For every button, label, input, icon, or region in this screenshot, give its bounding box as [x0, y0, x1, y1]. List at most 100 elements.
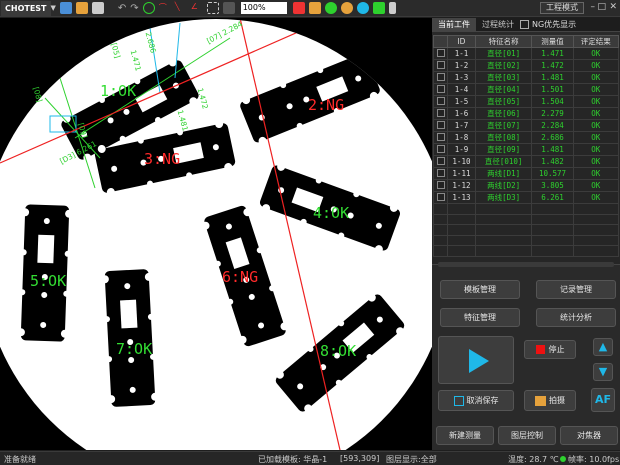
horizontal-scrollbar[interactable] [438, 262, 614, 267]
row-checkbox[interactable] [433, 131, 448, 144]
cell-value: 1.482 [531, 155, 574, 168]
record-manage-button[interactable]: 记录管理 [536, 280, 616, 299]
row-checkbox[interactable] [433, 179, 448, 192]
camera-viewport[interactable]: 1:OK 2:NG 3:NG 4:OK 5:OK 6:NG 7:OK 8:OK … [0, 18, 432, 450]
stop-label: 停止 [548, 345, 565, 354]
autofocus-button[interactable]: AF [591, 388, 615, 412]
cell-name: 直径[03] [474, 71, 533, 84]
row-checkbox[interactable] [433, 167, 448, 180]
cell-value: 1.481 [531, 71, 574, 84]
table-row[interactable]: 1-9 直径[09] 1.481 OK [433, 143, 620, 156]
table-row[interactable]: 1-6 直径[06] 2.279 OK [433, 107, 620, 120]
cell-id: 1-1 [447, 47, 476, 60]
run-button[interactable] [438, 336, 514, 384]
app-title[interactable]: CHOTEST [1, 0, 51, 16]
row-checkbox[interactable] [433, 47, 448, 60]
tab-current-part[interactable]: 当前工件 [432, 17, 476, 32]
layer-control-button[interactable]: 图层控制 [498, 426, 556, 445]
row-checkbox[interactable] [433, 95, 448, 108]
empty-cell [474, 213, 533, 226]
cursor-icon[interactable] [222, 2, 235, 14]
table-row[interactable]: 1-13 两线[D3] 6.261 OK [433, 191, 620, 204]
row-checkbox[interactable] [433, 119, 448, 132]
table-row[interactable]: 1-2 直径[02] 1.472 OK [433, 59, 620, 72]
cell-result: OK [572, 47, 620, 60]
results-tabs: 当前工件 过程统计 NG优先显示 [432, 17, 620, 32]
table-row[interactable]: 1-12 两线[D2] 3.805 OK [433, 179, 620, 192]
line-tool-icon[interactable]: ╲ [175, 2, 187, 14]
ng-first-checkbox[interactable] [520, 20, 529, 29]
table-row[interactable]: 1-10 直径[010] 1.482 OK [433, 155, 620, 168]
fit-icon[interactable] [308, 2, 321, 14]
document-icon[interactable] [91, 2, 104, 14]
column-header[interactable]: ID [447, 35, 476, 48]
column-header[interactable]: 特征名称 [474, 35, 533, 48]
minimize-icon[interactable]: – [591, 2, 596, 12]
zoom-input[interactable]: 100% [240, 2, 287, 14]
status-bar: 准备就绪 已加载模板: 华晶-1 [593,309] 图层显示:全部 温度: 2… [0, 451, 620, 465]
stop-button[interactable]: 停止 [524, 340, 576, 359]
chevron-down-icon[interactable]: ▼ [51, 4, 56, 12]
capture-button[interactable]: 拍摄 [524, 390, 576, 411]
cell-id: 1-5 [447, 95, 476, 108]
circle-tool-icon[interactable] [142, 2, 155, 14]
feature-manage-button[interactable]: 特征管理 [440, 308, 520, 327]
chevron-up-icon[interactable]: ▲ [593, 338, 613, 356]
row-checkbox[interactable] [433, 191, 448, 204]
table-row[interactable]: 1-4 直径[04] 1.501 OK [433, 83, 620, 96]
cell-name: 两线[D2] [474, 179, 533, 192]
undo-icon[interactable]: ↶ [118, 3, 126, 14]
edit-icon[interactable] [75, 2, 88, 14]
cell-id: 1-7 [447, 119, 476, 132]
tab-process-stats[interactable]: 过程统计 [476, 18, 520, 32]
row-checkbox[interactable] [433, 83, 448, 96]
maximize-icon[interactable]: □ [597, 2, 606, 12]
template-manage-button[interactable]: 模板管理 [440, 280, 520, 299]
cancel-save-button[interactable]: 取消保存 [438, 390, 514, 411]
column-header[interactable]: 测量值 [531, 35, 574, 48]
usb-icon[interactable] [388, 2, 396, 14]
mode-button[interactable]: 工程模式 [540, 2, 584, 14]
cell-result: OK [572, 191, 620, 204]
stats-analysis-button[interactable]: 统计分析 [536, 308, 616, 327]
cell-value: 1.504 [531, 95, 574, 108]
column-header[interactable]: 评定结果 [572, 35, 620, 48]
row-checkbox[interactable] [433, 155, 448, 168]
status-temperature: 温度: 28.7 ℃ [508, 455, 559, 464]
column-header[interactable] [433, 35, 448, 48]
redo-icon[interactable]: ↷ [130, 3, 138, 14]
row-checkbox[interactable] [433, 143, 448, 156]
cell-result: OK [572, 167, 620, 180]
row-checkbox[interactable] [433, 59, 448, 72]
row-checkbox[interactable] [433, 71, 448, 84]
crosshair-icon[interactable] [292, 2, 305, 14]
empty-cell [572, 203, 620, 215]
angle-tool-icon[interactable]: ∠ [191, 2, 203, 14]
inspection-image [0, 18, 432, 450]
sun-icon[interactable] [340, 2, 353, 14]
cell-value: 3.805 [531, 179, 574, 192]
cell-name: 直径[07] [474, 119, 533, 132]
chevron-down-icon[interactable]: ▼ [593, 363, 613, 381]
new-measure-button[interactable]: 新建测量 [436, 426, 494, 445]
table-row[interactable]: 1-5 直径[05] 1.504 OK [433, 95, 620, 108]
save-icon[interactable] [59, 2, 72, 14]
arc-tool-icon[interactable]: ⌒ [159, 2, 171, 14]
table-row[interactable]: 1-11 两线[D1] 10.577 OK [433, 167, 620, 180]
table-row[interactable]: 1-3 直径[03] 1.481 OK [433, 71, 620, 84]
table-row[interactable]: 1-1 直径[01] 1.471 OK [433, 47, 620, 60]
palette-icon[interactable] [324, 2, 337, 14]
table-row[interactable]: 1-8 直径[08] 2.686 OK [433, 131, 620, 144]
cell-result: OK [572, 59, 620, 72]
row-checkbox[interactable] [433, 107, 448, 120]
grid-icon[interactable] [206, 2, 219, 14]
table-row[interactable]: 1-7 直径[07] 2.284 OK [433, 119, 620, 132]
export-icon[interactable] [372, 2, 385, 14]
cell-value: 2.279 [531, 107, 574, 120]
cell-id: 1-2 [447, 59, 476, 72]
part-label-3: 3:NG [144, 150, 181, 168]
focus-button[interactable]: 对焦器 [560, 426, 618, 445]
camera-settings-icon[interactable] [356, 2, 369, 14]
part-label-5: 5:OK [30, 272, 67, 290]
close-icon[interactable]: ✕ [609, 2, 617, 12]
